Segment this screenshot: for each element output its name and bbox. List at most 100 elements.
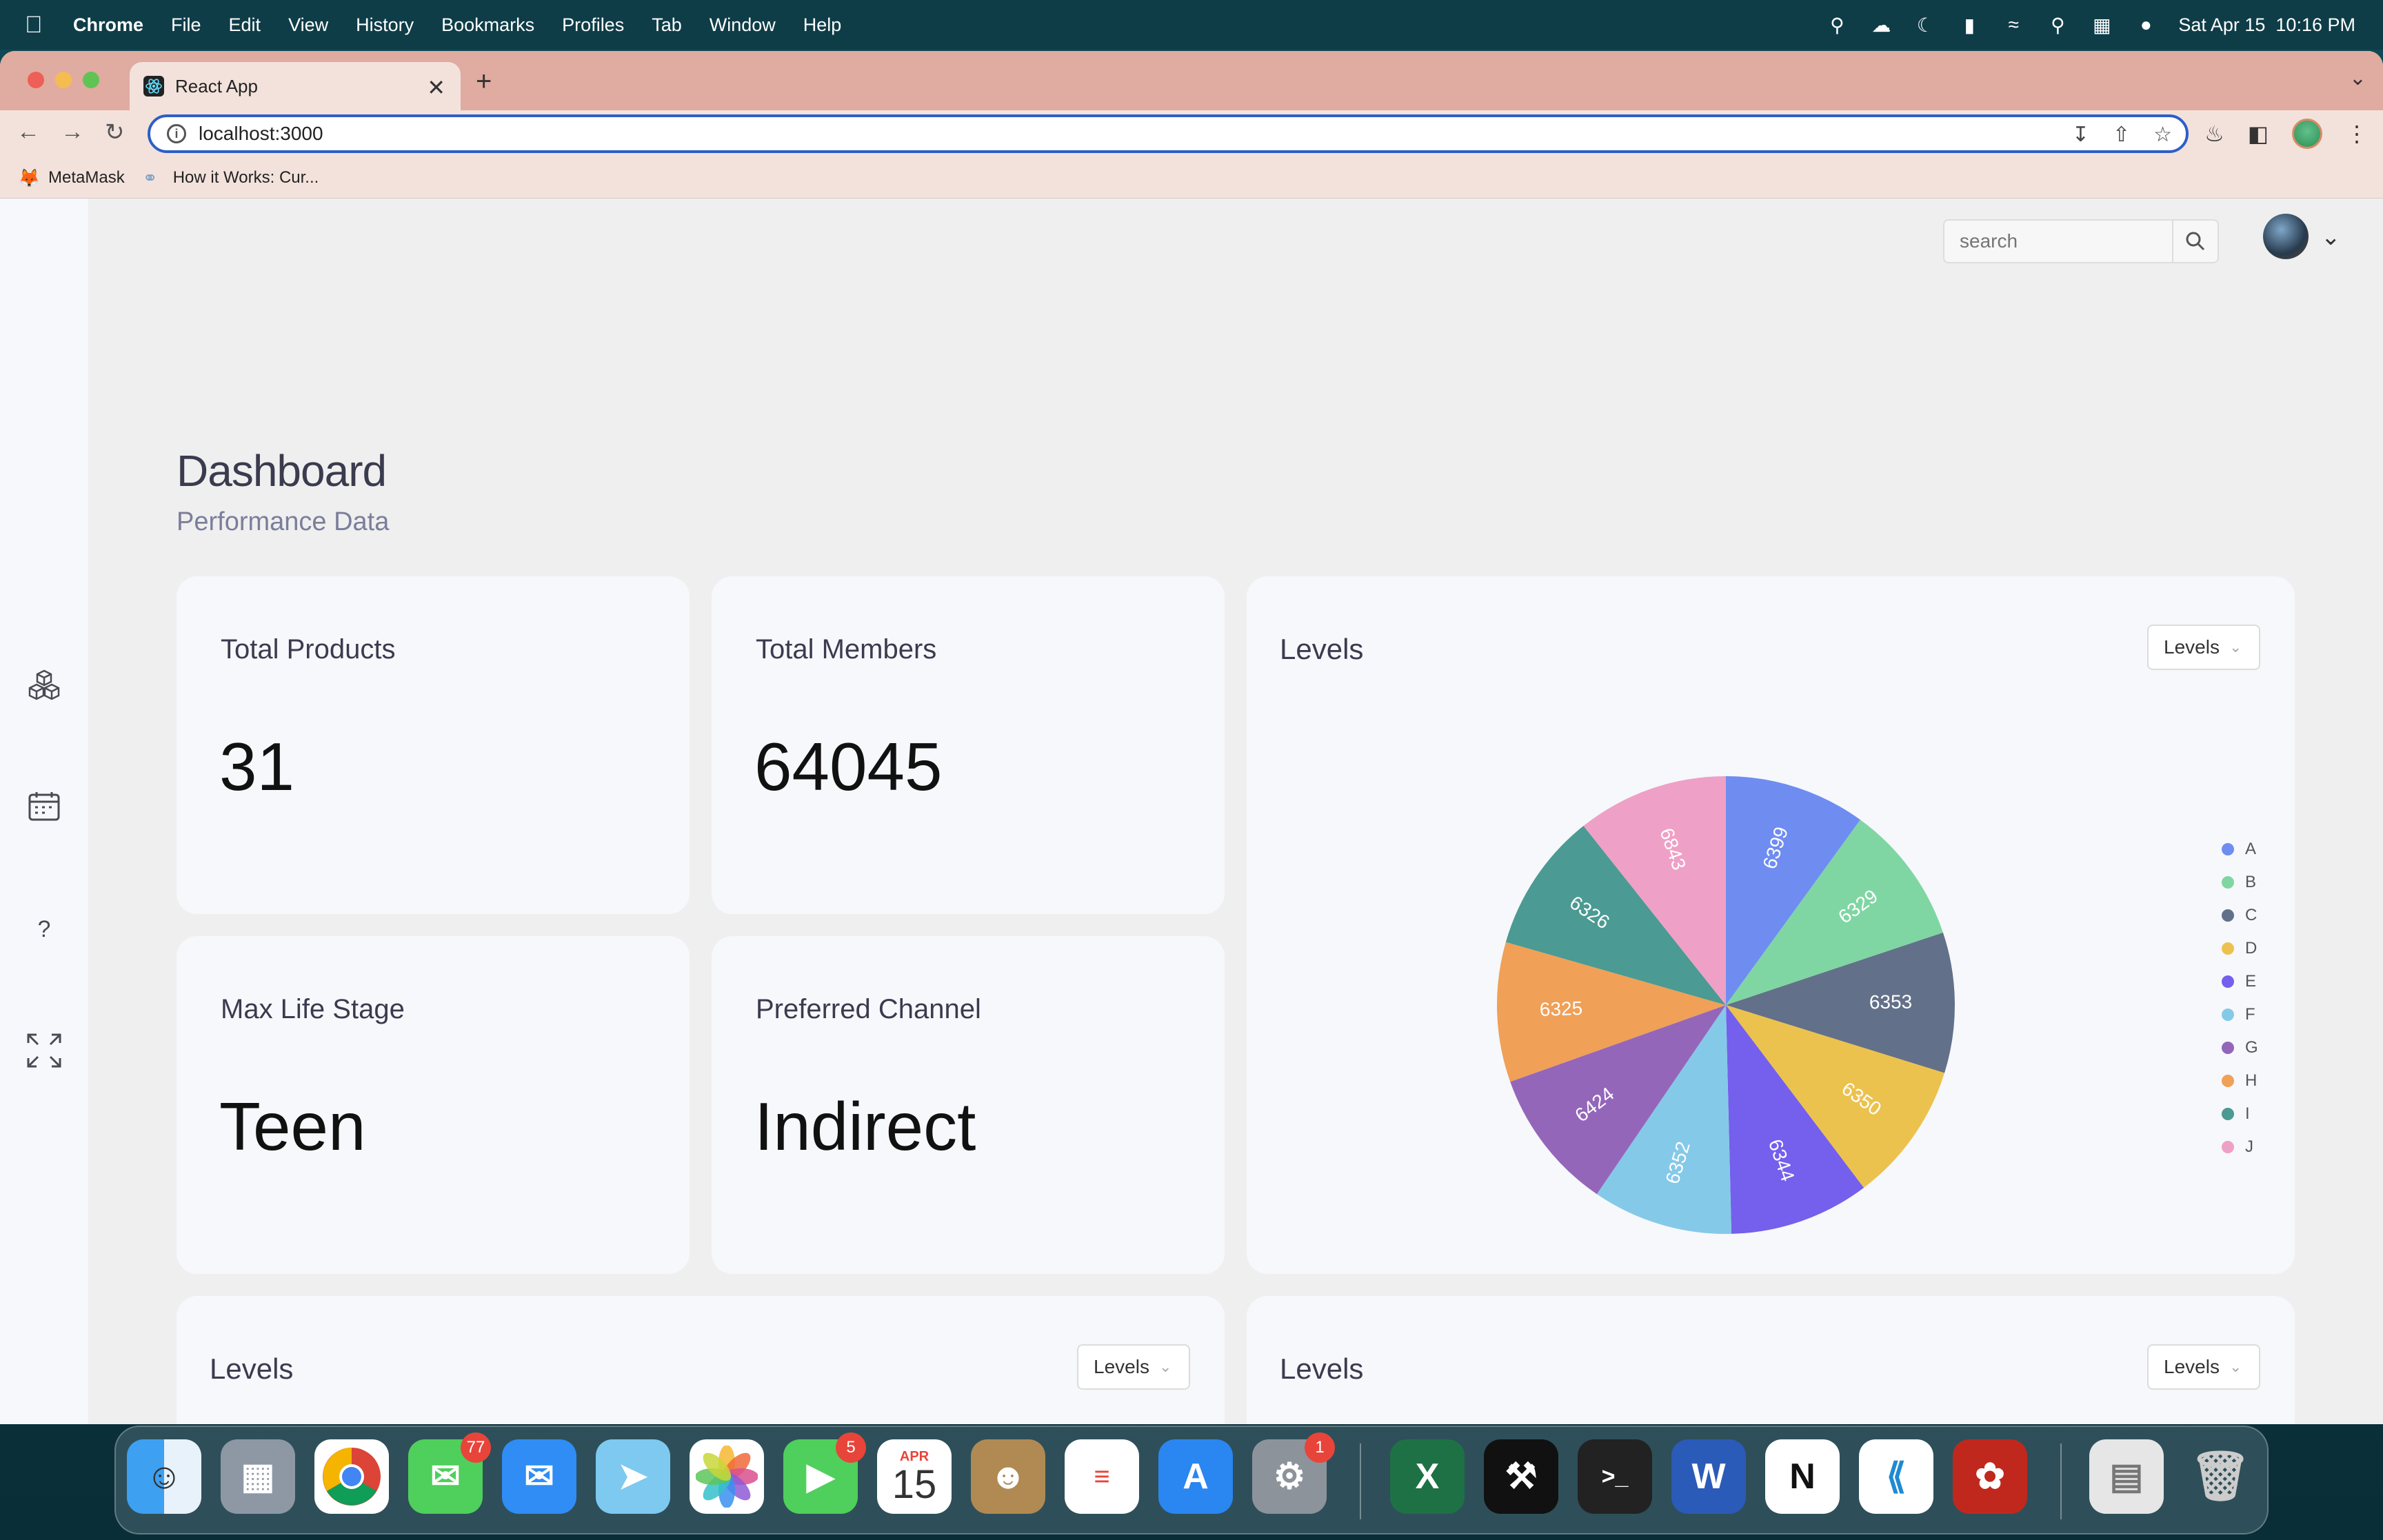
calendar-app-icon[interactable]: APR 15	[877, 1439, 952, 1514]
new-tab-icon[interactable]: +	[476, 66, 492, 97]
chevron-down-icon[interactable]: ⌄	[2321, 223, 2341, 251]
legend-item-a[interactable]: A	[2222, 840, 2256, 859]
menu-window[interactable]: Window	[710, 14, 776, 36]
spotlight-search-icon[interactable]: ⚲	[2046, 13, 2069, 37]
launchpad-icon[interactable]: ▦	[221, 1439, 295, 1514]
legend-item-e[interactable]: E	[2222, 972, 2256, 991]
tab-search-chevron-icon[interactable]: ⌄	[2349, 66, 2366, 90]
legend-item-c[interactable]: C	[2222, 906, 2257, 925]
profile-avatar[interactable]	[2292, 119, 2322, 149]
menu-help[interactable]: Help	[803, 14, 842, 36]
forward-arrow-icon[interactable]: →	[61, 119, 84, 145]
anvil-app-icon[interactable]: ⚒	[1484, 1439, 1558, 1514]
app-store-icon[interactable]: A	[1158, 1439, 1233, 1514]
stat-label: Max Life Stage	[221, 994, 405, 1024]
install-app-icon[interactable]: ↧	[2072, 123, 2089, 147]
creative-cloud-icon[interactable]: ☁	[1869, 13, 1893, 37]
legend-swatch	[2222, 975, 2234, 988]
help-question-icon[interactable]: ?	[23, 909, 65, 950]
menu-edit[interactable]: Edit	[229, 14, 261, 36]
menu-file[interactable]: File	[171, 14, 201, 36]
dropdown-value: Levels	[2164, 1356, 2220, 1377]
panel-title: Levels	[210, 1352, 294, 1385]
legend-item-i[interactable]: I	[2222, 1104, 2250, 1124]
legend-item-d[interactable]: D	[2222, 939, 2257, 958]
back-arrow-icon[interactable]: ←	[17, 119, 40, 145]
chrome-icon[interactable]	[314, 1439, 389, 1514]
page-title: Dashboard	[177, 446, 387, 496]
fork-knife-icon[interactable]: ⚲	[1825, 13, 1849, 37]
legend-label: D	[2245, 939, 2258, 958]
menu-tab[interactable]: Tab	[652, 14, 682, 36]
messages-icon[interactable]: ✉ 77	[408, 1432, 491, 1514]
minimize-window-button[interactable]	[55, 72, 72, 88]
vscode-icon[interactable]: ⟪	[1859, 1439, 1933, 1514]
moon-icon[interactable]: ☾	[1913, 13, 1937, 37]
wifi-icon[interactable]: ≈	[2002, 13, 2025, 37]
messages-badge: 77	[461, 1432, 491, 1463]
browser-window: React App ✕ + ⌄ ← → ↻ i localhost:3000 ↧…	[0, 51, 2383, 1424]
close-tab-icon[interactable]: ✕	[427, 74, 445, 101]
tab-title: React App	[175, 75, 258, 97]
legend-label: I	[2245, 1104, 2250, 1123]
photos-icon[interactable]	[690, 1439, 764, 1514]
document-stack-icon[interactable]: ▤	[2089, 1439, 2164, 1514]
link-globe-icon: ⚭	[142, 167, 158, 188]
notion-icon[interactable]: N	[1765, 1439, 1840, 1514]
levels-dropdown[interactable]: Levels ⌄	[1077, 1344, 1190, 1390]
contacts-icon[interactable]: ☻	[971, 1439, 1045, 1514]
browser-tab[interactable]: React App ✕	[130, 62, 461, 110]
menu-history[interactable]: History	[356, 14, 414, 36]
maps-icon[interactable]: ➤	[596, 1439, 670, 1514]
legend-item-h[interactable]: H	[2222, 1071, 2257, 1091]
control-center-icon[interactable]: ▦	[2090, 13, 2113, 37]
settings-badge: 1	[1305, 1432, 1335, 1463]
battery-icon[interactable]: ▮	[1958, 13, 1981, 37]
menu-view[interactable]: View	[288, 14, 328, 36]
reload-icon[interactable]: ↻	[105, 119, 125, 146]
legend-swatch	[2222, 1009, 2234, 1021]
menu-profiles[interactable]: Profiles	[562, 14, 624, 36]
bookmark-how-it-works[interactable]: ⚭ How it Works: Cur...	[143, 168, 319, 188]
user-avatar[interactable]	[2263, 214, 2309, 259]
menu-app-name[interactable]: Chrome	[73, 14, 143, 36]
reminders-icon[interactable]: ≡	[1065, 1439, 1139, 1514]
calendar-icon[interactable]	[23, 786, 65, 827]
legend-item-j[interactable]: J	[2222, 1137, 2253, 1157]
more-menu-icon[interactable]: ⋮	[2346, 121, 2368, 147]
legend-label: E	[2245, 972, 2257, 991]
trash-icon[interactable]: 🗑	[2183, 1439, 2258, 1514]
excel-icon[interactable]: X	[1390, 1439, 1465, 1514]
apple-menu-icon[interactable]: 	[25, 12, 52, 39]
acrobat-icon[interactable]: ✿	[1953, 1439, 2027, 1514]
terminal-icon[interactable]: >_	[1578, 1439, 1652, 1514]
stat-value: Indirect	[754, 1088, 976, 1164]
levels-dropdown[interactable]: Levels ⌄	[2147, 625, 2260, 670]
side-panel-icon[interactable]: ◧	[2248, 121, 2269, 147]
system-settings-icon[interactable]: ⚙ 1	[1252, 1432, 1335, 1514]
stat-label: Total Products	[221, 634, 396, 665]
extensions-puzzle-icon[interactable]: ♨	[2204, 121, 2224, 147]
bookmark-metamask[interactable]: 🦊 MetaMask	[18, 168, 125, 188]
address-bar[interactable]: i localhost:3000 ↧ ⇧ ☆	[148, 114, 2189, 153]
legend-item-g[interactable]: G	[2222, 1038, 2258, 1057]
menu-bookmarks[interactable]: Bookmarks	[441, 14, 534, 36]
fullscreen-expand-icon[interactable]	[23, 1030, 65, 1071]
search-input[interactable]	[1944, 221, 2172, 262]
mail-icon[interactable]: ✉	[502, 1439, 576, 1514]
siri-icon[interactable]: ●	[2134, 13, 2158, 37]
finder-icon[interactable]: ☺	[127, 1439, 201, 1514]
search-icon[interactable]	[2172, 221, 2218, 262]
legend-item-b[interactable]: B	[2222, 873, 2256, 892]
zoom-window-button[interactable]	[83, 72, 99, 88]
site-info-icon[interactable]: i	[167, 124, 186, 143]
menu-clock[interactable]: Sat Apr 15 10:16 PM	[2178, 14, 2355, 36]
word-icon[interactable]: W	[1671, 1439, 1746, 1514]
facetime-icon[interactable]: ▶ 5	[783, 1432, 866, 1514]
share-icon[interactable]: ⇧	[2113, 123, 2130, 147]
cubes-icon[interactable]	[23, 665, 65, 706]
bookmark-star-icon[interactable]: ☆	[2153, 123, 2172, 147]
close-window-button[interactable]	[28, 72, 44, 88]
levels-dropdown[interactable]: Levels ⌄	[2147, 1344, 2260, 1390]
legend-item-f[interactable]: F	[2222, 1005, 2255, 1024]
